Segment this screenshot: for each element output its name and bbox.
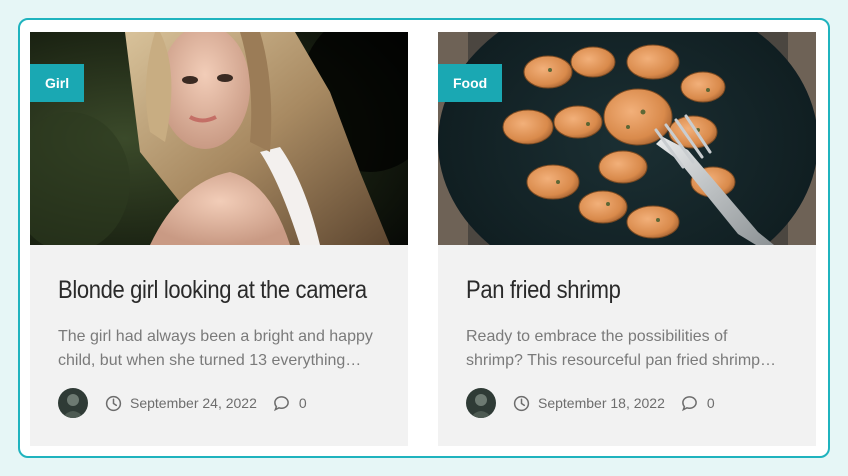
post-meta: September 24, 2022 0 [58, 388, 307, 418]
category-badge[interactable]: Food [438, 64, 503, 102]
post-grid: Girl Blonde girl looking at the camera T… [18, 18, 830, 458]
post-title[interactable]: Blonde girl looking at the camera [58, 276, 367, 305]
excerpt-line: Ready to embrace the possibilities of [466, 328, 728, 345]
clock-icon [513, 395, 530, 411]
comment-count[interactable]: 0 [299, 395, 307, 411]
post-thumbnail-girl[interactable] [30, 32, 408, 245]
post-date[interactable]: September 18, 2022 [538, 395, 665, 411]
excerpt-line: child, but when she turned 13 everything… [58, 352, 362, 369]
comment-icon [681, 395, 697, 411]
author-avatar[interactable] [58, 388, 88, 418]
excerpt-line: shrimp? This resourceful pan fried shrim… [466, 352, 777, 369]
category-badge[interactable]: Girl [30, 64, 85, 102]
post-excerpt: Ready to embrace the possibilities of sh… [466, 325, 796, 373]
post-card: Girl Blonde girl looking at the camera T… [30, 32, 408, 446]
clock-icon [105, 395, 122, 411]
comment-count[interactable]: 0 [707, 395, 715, 411]
post-title[interactable]: Pan fried shrimp [466, 276, 756, 305]
post-date[interactable]: September 24, 2022 [130, 395, 257, 411]
post-card: Food Pan fried shrimp Ready to embrace t… [438, 32, 816, 446]
excerpt-line: The girl had always been a bright and ha… [58, 328, 373, 345]
comment-icon [273, 395, 289, 411]
author-avatar[interactable] [466, 388, 496, 418]
post-excerpt: The girl had always been a bright and ha… [58, 325, 388, 373]
post-meta: September 18, 2022 0 [466, 388, 715, 418]
girl-photo [30, 32, 408, 245]
